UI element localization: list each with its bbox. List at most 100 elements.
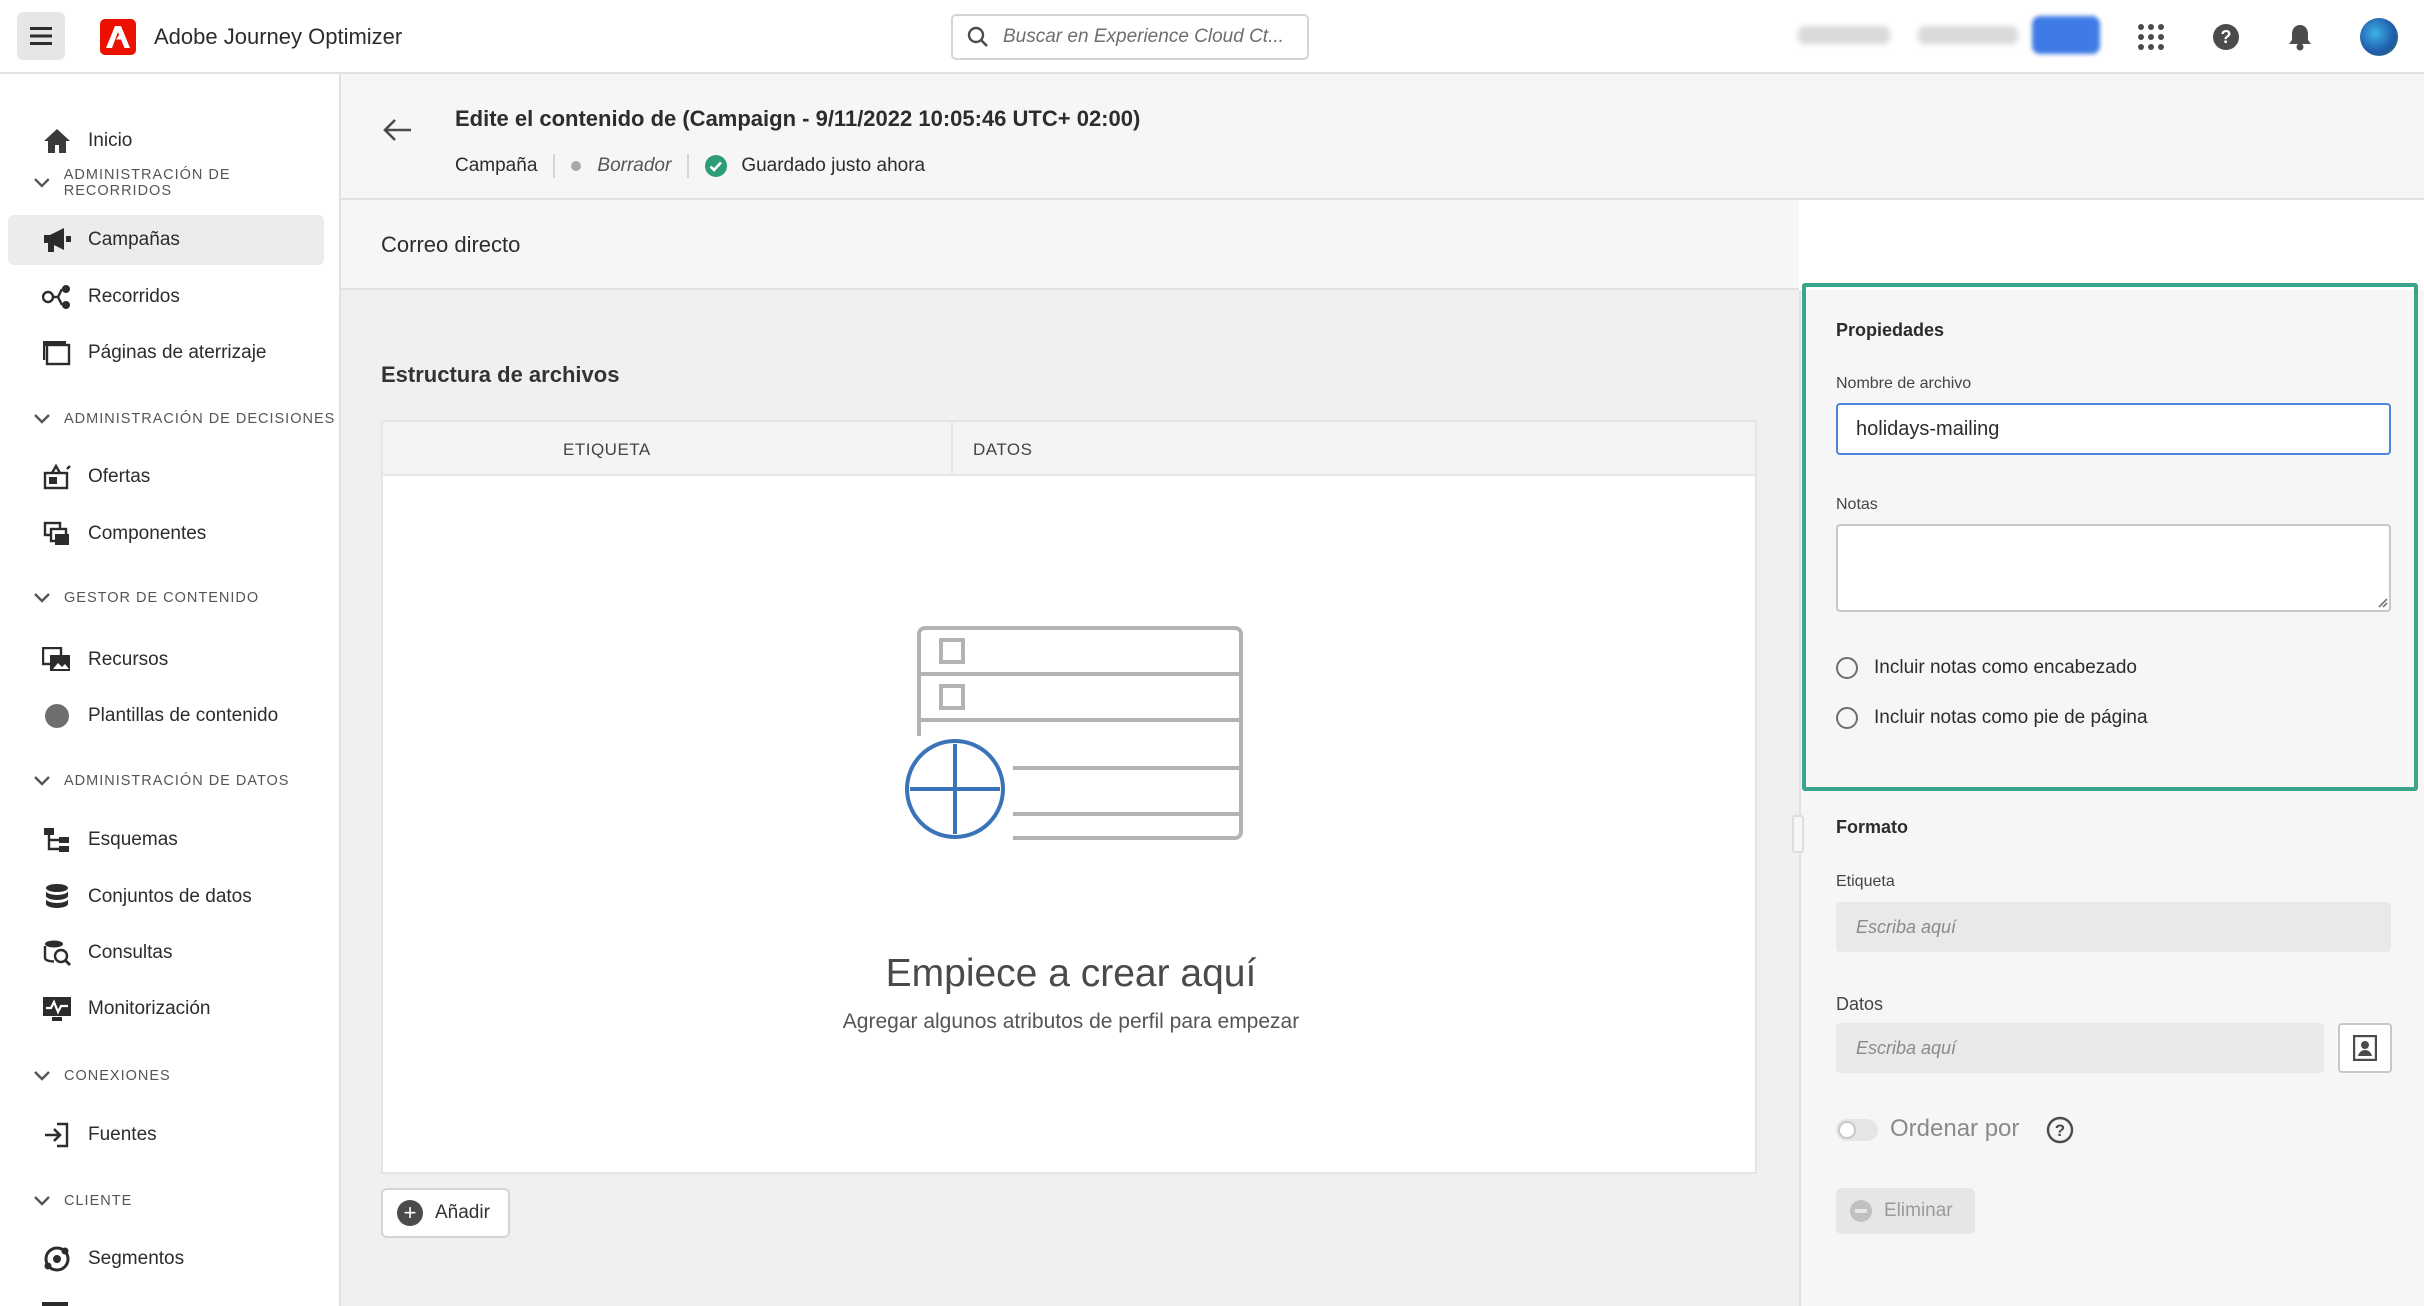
- nav-item-label: Recursos: [88, 649, 169, 670]
- environment-badge-blurred[interactable]: [2032, 16, 2100, 54]
- delete-button[interactable]: Eliminar: [1836, 1188, 1975, 1234]
- search-input[interactable]: Buscar en Experience Cloud Ct...: [951, 14, 1309, 60]
- nav-section-title: Cliente: [64, 1193, 133, 1209]
- journey-icon: [42, 282, 72, 312]
- query-icon: [42, 938, 72, 968]
- nav-item-label: Esquemas: [88, 829, 178, 850]
- file-structure-editor: Estructura de archivos ETIQUETA DATOS Em…: [341, 290, 1799, 1306]
- offer-icon: [42, 462, 72, 492]
- divider: [553, 154, 556, 178]
- search-icon: [967, 26, 988, 47]
- nav-item-segments[interactable]: Segmentos: [8, 1234, 324, 1284]
- nav-item-components[interactable]: Componentes: [8, 509, 324, 559]
- nav-item-label: Inicio: [88, 130, 133, 151]
- svg-text:?: ?: [2221, 27, 2232, 47]
- radio-label: Incluir notas como encabezado: [1874, 657, 2137, 678]
- radio-circle[interactable]: [1836, 707, 1858, 729]
- nav-item-content-templates[interactable]: Plantillas de contenido: [8, 691, 324, 741]
- divider: [687, 154, 690, 178]
- search-placeholder: Buscar en Experience Cloud Ct...: [1003, 26, 1284, 47]
- format-data-field[interactable]: Escriba aquí: [1836, 1023, 2324, 1073]
- sort-toggle[interactable]: [1836, 1119, 1878, 1141]
- add-button-label: Añadir: [435, 1202, 490, 1223]
- nav-item-schemas[interactable]: Esquemas: [8, 815, 324, 865]
- nav-item-home[interactable]: Inicio: [8, 116, 324, 166]
- status-badge: Borrador: [597, 155, 672, 176]
- breadcrumb-type: Campaña: [455, 155, 538, 176]
- nav-item-label: Monitorización: [88, 998, 211, 1019]
- nav-item-queries[interactable]: Consultas: [8, 928, 324, 978]
- column-header-label[interactable]: ETIQUETA: [563, 440, 651, 460]
- left-navigation: Inicio Administración de recorridos Camp…: [0, 74, 341, 1306]
- format-label-field[interactable]: Escriba aquí: [1836, 902, 2391, 952]
- sandbox-switcher-blurred[interactable]: [1918, 26, 2018, 44]
- column-header-data[interactable]: DATOS: [973, 440, 1033, 460]
- attribute-picker-button[interactable]: [2338, 1023, 2392, 1073]
- schema-icon: [42, 825, 72, 855]
- nav-item-journeys[interactable]: Recorridos: [8, 272, 324, 322]
- nav-section-title: Administración de recorridos: [63, 167, 231, 199]
- nav-section-title: Administración de datos: [64, 773, 290, 789]
- adobe-logo-icon[interactable]: [100, 19, 136, 55]
- nav-item-monitoring[interactable]: Monitorización: [8, 984, 324, 1034]
- user-avatar[interactable]: [2360, 18, 2398, 56]
- sources-icon: [42, 1120, 72, 1150]
- template-icon: [42, 701, 72, 731]
- radio-notes-header[interactable]: Incluir notas como encabezado: [1836, 657, 2137, 679]
- nav-item-label: Plantillas de contenido: [88, 705, 279, 726]
- hamburger-menu-button[interactable]: [17, 12, 65, 60]
- format-data-label: Datos: [1836, 994, 1884, 1014]
- add-circle-icon: +: [397, 1200, 423, 1226]
- table-header: ETIQUETA DATOS: [381, 420, 1757, 478]
- nav-item-assets[interactable]: Recursos: [8, 635, 324, 685]
- nav-item-label: Fuentes: [88, 1124, 157, 1145]
- sort-label: Ordenar por: [1890, 1115, 2020, 1142]
- saved-status: Guardado justo ahora: [741, 155, 926, 176]
- breadcrumb: Campaña Borrador Guardado justo ahora: [455, 154, 925, 178]
- app-title[interactable]: Adobe Journey Optimizer: [154, 24, 402, 50]
- resize-grip-icon[interactable]: [2376, 596, 2388, 608]
- help-icon[interactable]: ?: [2207, 18, 2245, 56]
- org-switcher-blurred[interactable]: [1798, 26, 1890, 44]
- panel-resize-handle[interactable]: [1792, 815, 1804, 853]
- chevron-down-icon: [34, 1196, 50, 1206]
- nav-section-content-management[interactable]: Gestor de contenido: [34, 590, 259, 606]
- radio-circle[interactable]: [1836, 657, 1858, 679]
- nav-section-title: Conexiones: [64, 1068, 171, 1084]
- nav-item-label: Páginas de aterrizaje: [88, 342, 267, 363]
- delete-button-label: Eliminar: [1884, 1200, 1953, 1221]
- add-button[interactable]: + Añadir: [381, 1188, 510, 1238]
- nav-item-label: Consultas: [88, 942, 173, 963]
- landing-page-icon: [42, 338, 72, 368]
- nav-item-partial: [42, 1302, 68, 1306]
- nav-item-label: Componentes: [88, 523, 207, 544]
- nav-item-label: Ofertas: [88, 466, 151, 487]
- notifications-bell-icon[interactable]: [2281, 18, 2319, 56]
- page-title: Edite el contenido de (Campaign - 9/11/2…: [455, 106, 1141, 131]
- nav-item-sources[interactable]: Fuentes: [8, 1110, 324, 1160]
- back-button[interactable]: [383, 118, 413, 148]
- nav-section-journey-management[interactable]: Administración de recorridos: [34, 167, 339, 199]
- nav-section-data-management[interactable]: Administración de datos: [34, 773, 289, 789]
- help-circle-icon[interactable]: ?: [2046, 1116, 2074, 1144]
- nav-item-landing-pages[interactable]: Páginas de aterrizaje: [8, 328, 324, 378]
- apps-grid-icon[interactable]: [2132, 18, 2170, 56]
- nav-section-connections[interactable]: Conexiones: [34, 1068, 171, 1084]
- filename-field[interactable]: holidays-mailing: [1836, 403, 2391, 455]
- nav-item-campaigns[interactable]: Campañas: [8, 215, 324, 265]
- notes-textarea[interactable]: [1836, 524, 2391, 612]
- radio-notes-footer[interactable]: Incluir notas como pie de página: [1836, 707, 2148, 729]
- empty-state-subtitle: Agregar algunos atributos de perfil para…: [842, 1010, 1300, 1033]
- arrow-left-icon: [383, 119, 411, 141]
- segments-icon: [42, 1244, 72, 1274]
- nav-item-label: Recorridos: [88, 286, 180, 307]
- nav-item-offers[interactable]: Ofertas: [8, 452, 324, 502]
- radio-label: Incluir notas como pie de página: [1874, 707, 2148, 728]
- nav-item-datasets[interactable]: Conjuntos de datos: [8, 872, 324, 922]
- column-divider: [951, 422, 953, 478]
- chevron-down-icon: [34, 776, 50, 786]
- empty-state-illustration: [903, 626, 1253, 872]
- nav-section-decision-management[interactable]: Administración de decisiones: [34, 411, 335, 427]
- channel-title: Correo directo: [381, 232, 521, 257]
- nav-section-customer[interactable]: Cliente: [34, 1193, 132, 1209]
